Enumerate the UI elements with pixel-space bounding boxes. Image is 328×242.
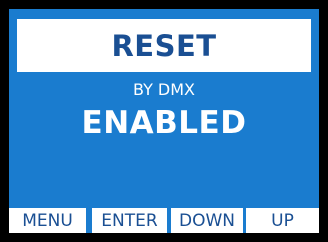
down-softkey[interactable]: DOWN bbox=[171, 208, 243, 233]
softkey-bar: MENU ENTER DOWN UP bbox=[9, 208, 319, 233]
title-box: RESET bbox=[17, 19, 311, 72]
screen-title: RESET bbox=[111, 28, 217, 63]
enter-softkey[interactable]: ENTER bbox=[92, 208, 167, 233]
lcd-screen: RESET BY DMX ENABLED MENU ENTER DOWN UP bbox=[9, 9, 319, 233]
device-frame: RESET BY DMX ENABLED MENU ENTER DOWN UP bbox=[0, 0, 328, 242]
setting-value: ENABLED bbox=[81, 105, 247, 141]
up-softkey[interactable]: UP bbox=[246, 208, 319, 233]
setting-subtitle: BY DMX bbox=[132, 80, 196, 99]
menu-softkey[interactable]: MENU bbox=[9, 208, 86, 233]
